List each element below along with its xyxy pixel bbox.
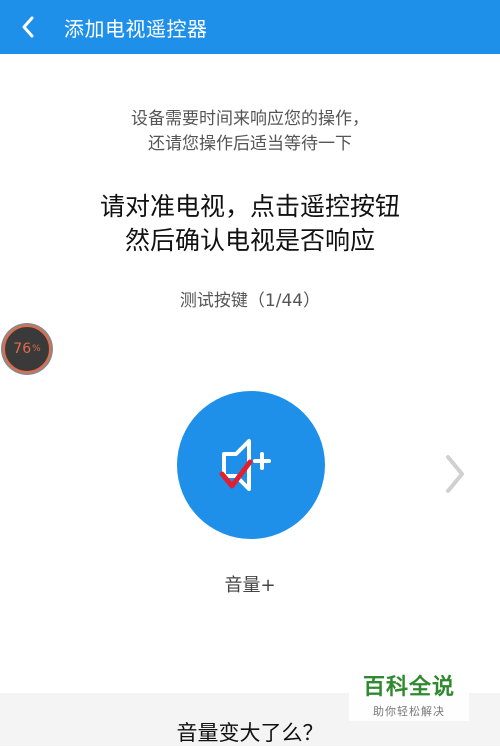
- chevron-right-icon[interactable]: [440, 452, 470, 496]
- watermark-subtitle: 助你轻松解决: [373, 705, 445, 718]
- test-key-button[interactable]: [177, 391, 325, 539]
- chevron-left-icon: [22, 16, 34, 38]
- floating-performance-badge[interactable]: 76%: [3, 325, 51, 373]
- instruction-text: 请对准电视，点击遥控按钮 然后确认电视是否响应: [0, 190, 500, 258]
- wait-hint-line-1: 设备需要时间来响应您的操作，: [131, 109, 369, 129]
- badge-value: 76: [13, 341, 32, 357]
- test-counter: 测试按键（1/44）: [179, 291, 321, 311]
- page-title: 添加电视遥控器: [64, 16, 208, 41]
- app-header: 添加电视遥控器: [0, 0, 500, 54]
- key-label: 音量+: [224, 575, 276, 596]
- wait-hint: 设备需要时间来响应您的操作， 还请您操作后适当等待一下: [0, 107, 500, 157]
- volume-up-icon: [219, 439, 271, 491]
- instruction-line-1: 请对准电视，点击遥控按钮: [99, 192, 400, 221]
- watermark: 百科全说 助你轻松解决: [349, 665, 469, 721]
- instruction-line-2: 然后确认电视是否响应: [124, 226, 375, 255]
- back-button[interactable]: [0, 0, 56, 54]
- badge-unit: %: [32, 344, 41, 354]
- confirmation-question: 音量变大了么？: [176, 721, 324, 745]
- wait-hint-line-2: 还请您操作后适当等待一下: [148, 134, 352, 154]
- watermark-title: 百科全说: [362, 675, 455, 700]
